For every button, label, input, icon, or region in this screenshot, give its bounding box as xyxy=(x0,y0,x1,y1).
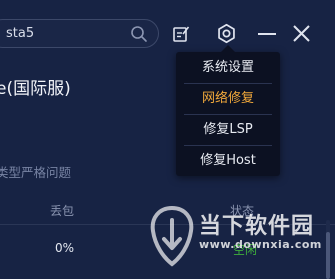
watermark-name: 当下软件园 xyxy=(199,214,315,239)
search-icon[interactable] xyxy=(130,25,148,47)
menu-item-network-repair[interactable]: 网络修复 xyxy=(176,84,280,114)
loss-cell: 0% xyxy=(55,241,75,255)
close-icon[interactable] xyxy=(292,24,311,47)
menu-item-repair-lsp[interactable]: 修复LSP xyxy=(176,115,280,145)
server-title: e(国际服) xyxy=(0,79,71,99)
notes-icon[interactable] xyxy=(172,25,190,47)
minimize-icon[interactable] xyxy=(257,25,277,47)
watermark-url: www.downxia.com xyxy=(199,238,322,251)
menu-item-system-settings[interactable]: 系统设置 xyxy=(176,53,280,83)
menu-item-repair-host[interactable]: 修复Host xyxy=(176,146,280,176)
notice-text: 类型严格问题 xyxy=(0,165,72,180)
downxia-logo xyxy=(147,205,197,271)
column-header-loss: 丢包 xyxy=(50,204,75,218)
scrollbar-thumb[interactable] xyxy=(326,232,330,279)
search-box[interactable]: sta5 xyxy=(0,19,159,48)
settings-dropdown-menu: 系统设置 网络修复 修复LSP 修复Host xyxy=(176,45,280,176)
search-input-value[interactable]: sta5 xyxy=(6,26,34,41)
